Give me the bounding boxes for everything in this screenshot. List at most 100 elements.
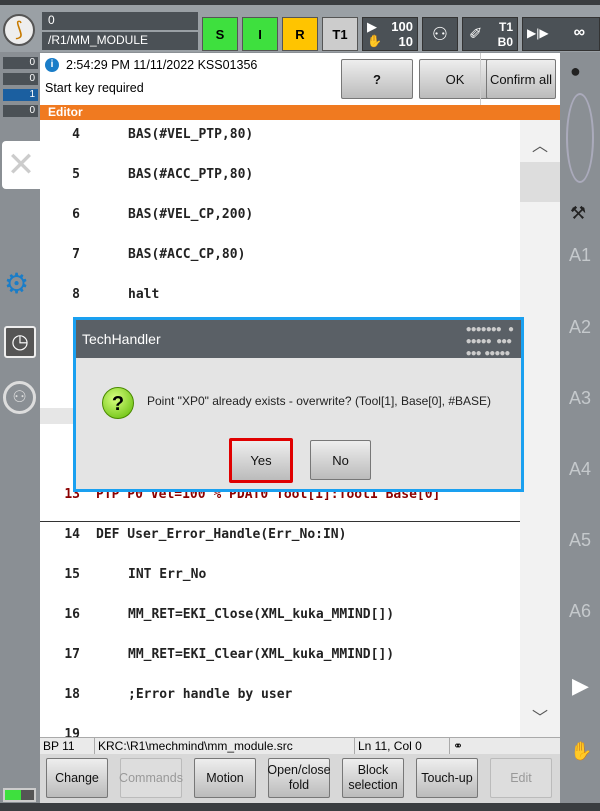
message-window: i 2:54:29 PM 11/11/2022 KSS01356 Start k… xyxy=(40,53,560,105)
line-code: BAS(#VEL_CP,200) xyxy=(128,207,254,222)
axis-a1[interactable]: A1 xyxy=(560,245,600,266)
line-number: 6 xyxy=(72,207,80,222)
editor-scrollbar[interactable]: ︿ ﹀ xyxy=(520,120,560,737)
cursor-position: Ln 11, Col 0 xyxy=(355,738,450,754)
line-code: halt xyxy=(128,287,160,302)
settings-gear-icon[interactable]: ⚙ xyxy=(4,267,29,300)
code-line[interactable]: 6 BAS(#VEL_CP,200) xyxy=(40,207,520,227)
block-selection-button[interactable]: Block selection xyxy=(342,758,404,798)
softkey-bar: Change Commands Motion Open/close fold B… xyxy=(40,754,560,803)
line-code: MM_RET=EKI_Clear(XML_kuka_MMIND[]) xyxy=(128,647,395,662)
jog-mode-icon[interactable] xyxy=(566,93,594,183)
line-code: BAS(#VEL_PTP,80) xyxy=(128,127,254,142)
line-code: BAS(#ACC_PTP,80) xyxy=(128,167,254,182)
scroll-thumb[interactable] xyxy=(520,162,560,202)
change-button[interactable]: Change xyxy=(46,758,108,798)
dialog-title: TechHandler xyxy=(82,331,161,347)
commands-button[interactable]: Commands xyxy=(119,758,183,798)
code-line[interactable]: 17 MM_RET=EKI_Clear(XML_kuka_MMIND[]) xyxy=(40,647,520,667)
line-number: 4 xyxy=(72,127,80,142)
code-line[interactable]: 5 BAS(#ACC_PTP,80) xyxy=(40,167,520,187)
line-number: 14 xyxy=(64,527,80,542)
code-line[interactable]: 7 BAS(#ACC_CP,80) xyxy=(40,247,520,267)
axis-a3[interactable]: A3 xyxy=(560,388,600,409)
axis-a4[interactable]: A4 xyxy=(560,459,600,480)
status-field: 0 xyxy=(42,12,198,30)
increment-value: ∞ xyxy=(573,24,585,41)
editor-title: Editor xyxy=(40,105,560,120)
confirm-all-button[interactable]: Confirm all xyxy=(486,59,556,99)
code-line[interactable]: 16 MM_RET=EKI_Close(XML_kuka_MMIND[]) xyxy=(40,607,520,627)
base-label: B0 xyxy=(497,35,513,49)
touch-up-button[interactable]: Touch-up xyxy=(416,758,478,798)
editor-status-bar: BP 11 KRC:\R1\mechmind\mm_module.src Ln … xyxy=(40,737,560,754)
message-timestamp: 2:54:29 PM 11/11/2022 KSS01356 xyxy=(66,58,258,72)
hand-guide-icon[interactable]: ✋ xyxy=(570,741,592,762)
question-icon: ? xyxy=(102,387,134,419)
line-code: INT Err_No xyxy=(128,567,207,582)
line-number: 15 xyxy=(64,567,80,582)
start-icon[interactable]: ▶ xyxy=(572,673,589,699)
jog-override: 10 xyxy=(398,34,413,49)
line-number: 19 xyxy=(64,727,80,737)
program-name: /R1/MM_MODULE xyxy=(42,32,198,50)
message-text: Start key required xyxy=(45,81,144,95)
code-line[interactable]: 18 ;Error handle by user xyxy=(40,687,520,707)
play-icon: ▶ xyxy=(367,19,377,34)
code-line[interactable]: 4 BAS(#VEL_PTP,80) xyxy=(40,127,520,147)
drives-status[interactable]: I xyxy=(242,17,278,51)
line-number: 17 xyxy=(64,647,80,662)
users-icon[interactable]: ⚇ xyxy=(3,381,36,414)
motion-button[interactable]: Motion xyxy=(194,758,256,798)
code-line[interactable]: 19 xyxy=(40,727,520,737)
line-number: 5 xyxy=(72,167,80,182)
line-code: BAS(#ACC_CP,80) xyxy=(128,247,246,262)
clock-icon[interactable]: ◷ xyxy=(4,326,36,358)
info-count[interactable]: 1 xyxy=(3,89,38,101)
close-editor-icon[interactable]: ✕ xyxy=(2,141,40,189)
coordinate-system-icon[interactable]: ⚒ xyxy=(570,203,586,224)
safety-icon[interactable]: ⚇ xyxy=(422,17,458,51)
increment-button[interactable]: ▶|▶ ∞ xyxy=(522,17,600,51)
yes-button[interactable]: Yes xyxy=(229,438,293,483)
bottom-bar xyxy=(0,803,600,811)
help-button[interactable]: ? xyxy=(341,59,413,99)
scroll-up-icon[interactable]: ︿ xyxy=(532,132,548,156)
kuka-dots-logo: ●●●●●●● ● ●●●●● ●●● ●●● ●●●●● xyxy=(465,324,514,359)
code-line[interactable]: 8 halt xyxy=(40,287,520,307)
line-number: 7 xyxy=(72,247,80,262)
battery-icon xyxy=(3,788,36,802)
operating-mode[interactable]: T1 xyxy=(322,17,358,51)
axis-a2[interactable]: A2 xyxy=(560,317,600,338)
file-path: KRC:\R1\mechmind\mm_module.src xyxy=(95,738,355,754)
line-code: ;Error handle by user xyxy=(128,687,293,702)
open-close-fold-button[interactable]: Open/close fold xyxy=(267,758,331,798)
error-count[interactable]: 0 xyxy=(3,57,38,69)
axis-a5[interactable]: A5 xyxy=(560,530,600,551)
right-sidebar: ● ⚒ ▶ ✋ xyxy=(560,53,600,803)
axis-a6[interactable]: A6 xyxy=(560,601,600,622)
edit-button[interactable]: Edit xyxy=(490,758,552,798)
robot-menu-icon[interactable]: ⟆ xyxy=(3,14,35,46)
program-override: 100 xyxy=(391,19,413,34)
hand-icon: ✋ xyxy=(367,34,382,48)
code-line[interactable]: 15 INT Err_No xyxy=(40,567,520,587)
dialog-message: Point "XP0" already exists - overwrite? … xyxy=(147,394,492,408)
wait-count[interactable]: 0 xyxy=(3,105,38,117)
robot-interpreter-status[interactable]: R xyxy=(282,17,318,51)
submit-status[interactable]: S xyxy=(202,17,238,51)
line-code: DEF User_Error_Handle(Err_No:IN) xyxy=(96,527,347,542)
tool-base-button[interactable]: ✐ T1 B0 xyxy=(462,17,518,51)
override-button[interactable]: ▶ 100 ✋ 10 xyxy=(362,17,418,51)
globe-icon[interactable]: ● xyxy=(570,61,581,82)
increment-icon: ▶|▶ xyxy=(527,26,549,40)
code-line[interactable]: 14 DEF User_Error_Handle(Err_No:IN) xyxy=(40,527,520,547)
techhandler-dialog: TechHandler ●●●●●●● ● ●●●●● ●●● ●●● ●●●●● … xyxy=(73,317,524,492)
scroll-down-icon[interactable]: ﹀ xyxy=(532,704,548,728)
top-status-bar: ⟆ 0 /R1/MM_MODULE S I R T1 ▶ 100 ✋ 10 ⚇ … xyxy=(0,0,600,52)
left-sidebar: 0 0 1 0 ✕ ⚙ ◷ ⚇ xyxy=(0,53,40,803)
no-button[interactable]: No xyxy=(310,440,371,480)
tool-icon: ✐ xyxy=(469,26,483,43)
line-number: 18 xyxy=(64,687,80,702)
warning-count[interactable]: 0 xyxy=(3,73,38,85)
